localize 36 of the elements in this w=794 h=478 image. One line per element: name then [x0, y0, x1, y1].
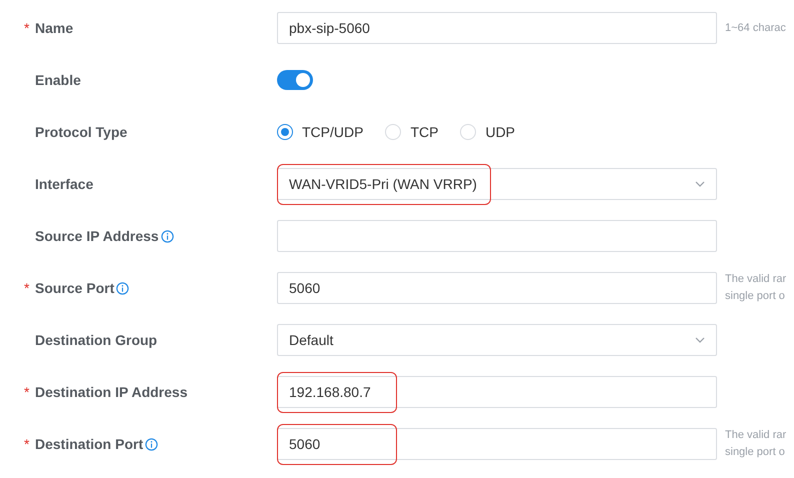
chevron-down-icon	[695, 181, 705, 187]
input-field[interactable]	[277, 220, 717, 252]
field-value: WAN-VRID5-Pri (WAN VRRP)	[289, 176, 477, 192]
field-label: Destination Port	[35, 434, 144, 454]
field-label: Name	[35, 18, 74, 38]
field-value: 192.168.80.7	[289, 384, 371, 400]
required-mark: *	[24, 384, 30, 400]
required-mark: *	[24, 280, 30, 296]
input-field[interactable]: pbx-sip-5060	[277, 12, 717, 44]
field-label: Enable	[35, 70, 81, 90]
select-field[interactable]: Default	[277, 324, 717, 356]
help-text: 1~64 charac	[725, 20, 786, 36]
required-mark: *	[24, 20, 30, 36]
required-mark: *	[24, 436, 30, 452]
radio-label[interactable]: TCP	[410, 122, 438, 142]
help-text: The valid rar single port o	[725, 428, 786, 460]
field-label: Source Port	[35, 278, 114, 298]
input-field[interactable]: 5060	[277, 272, 717, 304]
info-icon[interactable]	[160, 230, 174, 242]
chevron-down-icon	[695, 337, 705, 343]
field-label: Interface	[35, 174, 94, 194]
help-text: The valid rar single port o	[725, 272, 786, 304]
field-value: pbx-sip-5060	[289, 20, 370, 36]
toggle-switch[interactable]	[277, 70, 313, 90]
field-label: Destination Group	[35, 330, 158, 350]
info-icon[interactable]	[116, 282, 130, 294]
field-label: Source IP Address	[35, 226, 159, 246]
info-icon[interactable]	[145, 438, 158, 450]
field-value: 5060	[289, 436, 320, 452]
radio-button[interactable]	[277, 124, 293, 140]
field-value: 5060	[289, 280, 320, 296]
field-label: Protocol Type	[35, 122, 128, 142]
radio-label[interactable]: UDP	[485, 122, 516, 142]
field-label: Destination IP Address	[35, 382, 188, 402]
field-value: Default	[289, 332, 334, 348]
radio-label[interactable]: TCP/UDP	[302, 122, 364, 142]
